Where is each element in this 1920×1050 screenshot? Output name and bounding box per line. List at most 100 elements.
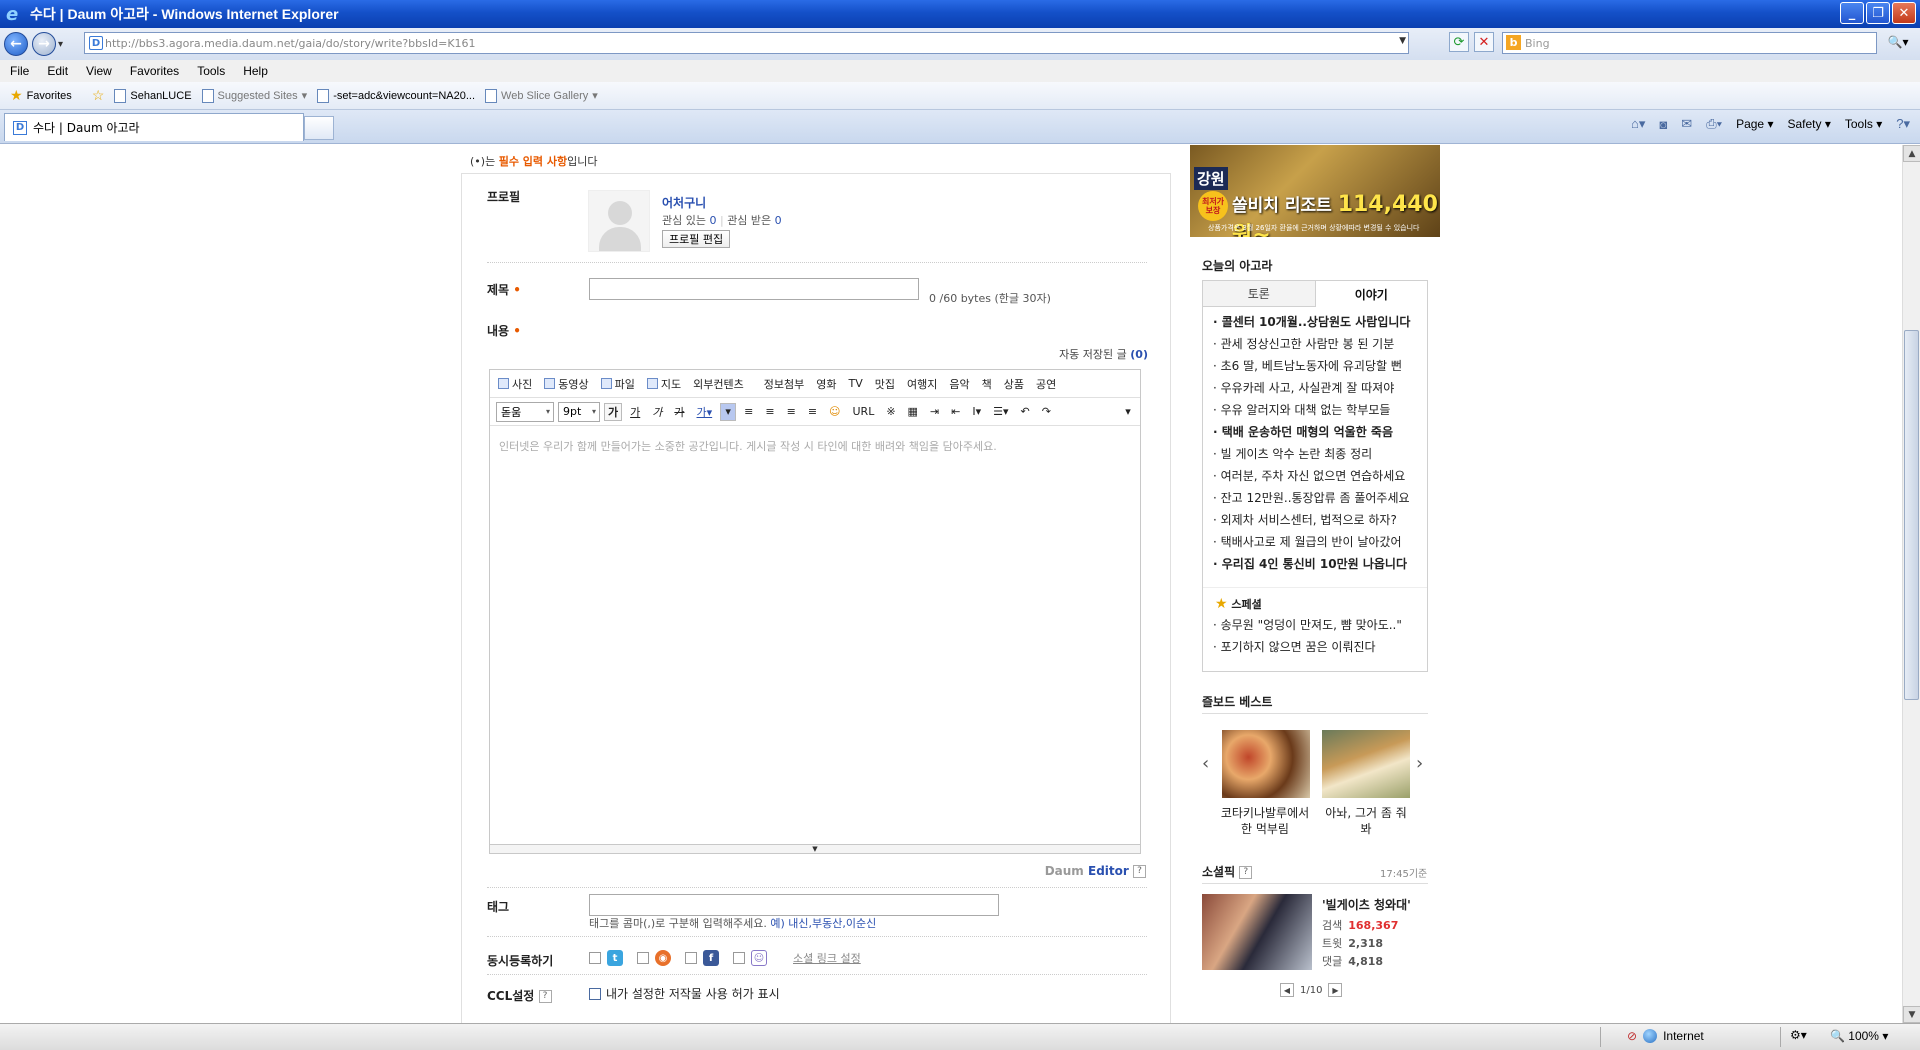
scroll-thumb[interactable] [1904,330,1919,700]
insert-show-button[interactable]: 공연 [1036,376,1056,392]
fav-item-web-slice-gallery[interactable]: Web Slice Gallery ▾ [485,88,598,103]
stop-button[interactable]: ✕ [1474,32,1494,52]
special-char-icon[interactable]: ※ [882,403,899,421]
insert-photo-button[interactable]: 사진 [498,376,532,392]
edit-profile-button[interactable]: 프로필 편집 [662,230,731,248]
prev-page-button[interactable]: ◀ [1280,983,1294,997]
tab-debate[interactable]: 토론 [1203,281,1315,307]
story-item[interactable]: · 외제차 서비스센터, 법적으로 하자? [1213,511,1417,533]
nickname[interactable]: 어처구니 [662,194,706,211]
next-page-button[interactable]: ▶ [1328,983,1343,997]
menu-edit[interactable]: Edit [47,64,68,78]
story-item[interactable]: · 우리집 4인 통신비 10만원 나옵니다 [1213,555,1417,577]
insert-video-button[interactable]: 동영상 [544,376,589,392]
menu-favorites[interactable]: Favorites [130,64,179,78]
table-icon[interactable]: ▦ [904,403,922,421]
menu-help[interactable]: Help [243,64,268,78]
scroll-up-icon[interactable]: ▲ [1903,145,1920,162]
zoom-level[interactable]: 🔍 100% ▾ [1830,1029,1888,1043]
list-item[interactable]: · 송무원 "엉덩이 만져도, 뺨 맞아도.." [1213,616,1417,638]
align-left-icon[interactable]: ≡ [740,403,757,421]
insert-tv-button[interactable]: TV [848,377,862,390]
jb-caption[interactable]: 코타키나발루에서 한 먹부림 [1220,805,1310,837]
insert-product-button[interactable]: 상품 [1004,376,1024,392]
safety-menu[interactable]: Safety ▾ [1787,117,1830,131]
bg-color-button[interactable]: ▾ [720,402,737,421]
facebook-checkbox[interactable] [685,952,697,964]
search-input[interactable]: b Bing [1502,32,1877,54]
ad-banner[interactable]: 강원 최저가 보장 쏠비치 리조트 114,440원~ 상품가격은 3월 26일… [1190,145,1440,237]
line-height-icon[interactable]: I▾ [968,403,985,421]
menu-file[interactable]: File [10,64,29,78]
url-input[interactable]: D http://bbs3.agora.media.daum.net/gaia/… [84,32,1409,54]
yozm-checkbox[interactable] [733,952,745,964]
mypeople-checkbox[interactable] [637,952,649,964]
story-item[interactable]: · 관세 정상신고한 사람만 봉 된 기분 [1213,335,1417,357]
scroll-down-icon[interactable]: ▼ [1903,1006,1920,1023]
new-tab-button[interactable] [304,116,334,140]
font-select[interactable]: 돋움 ▾ [496,401,554,422]
tab-agora[interactable]: D 수다 | Daum 아고라 [4,113,304,141]
list-item[interactable]: · 포기하지 않으면 꿈은 이뤄진다 [1213,638,1417,660]
tab-story[interactable]: 이야기 [1314,281,1427,307]
story-item[interactable]: · 초6 딸, 베트남노동자에 유괴당할 뻔 [1213,357,1417,379]
forward-button[interactable]: → [32,32,56,56]
bold-button[interactable]: 가 [604,402,623,421]
page-menu[interactable]: Page ▾ [1736,117,1773,131]
history-dropdown-icon[interactable]: ▾ [58,39,63,50]
editor-body[interactable]: 인터넷은 우리가 함께 만들어가는 소중한 공간입니다. 게시글 작성 시 타인… [499,438,997,454]
font-size-select[interactable]: 9pt ▾ [558,401,600,422]
jb-thumb-food[interactable] [1222,730,1310,798]
align-justify-icon[interactable]: ≡ [804,403,821,421]
story-item[interactable]: · 빌 게이츠 악수 논란 최종 정리 [1213,445,1417,467]
editor-help-icon[interactable]: ? [1133,865,1146,878]
socialpick-image[interactable] [1202,894,1312,970]
align-right-icon[interactable]: ≡ [783,403,800,421]
insert-movie-button[interactable]: 영화 [816,376,836,392]
menu-tools[interactable]: Tools [197,64,225,78]
story-item[interactable]: · 택배 운송하던 매형의 억울한 죽음 [1213,423,1417,445]
home-icon[interactable]: ⌂▾ [1631,116,1645,132]
fav-item-suggested-sites[interactable]: Suggested Sites ▾ [201,88,307,103]
url-button[interactable]: URL [849,403,879,421]
font-color-button[interactable]: 가▾ [693,403,717,421]
ccl-help-icon[interactable]: ? [538,990,552,1003]
emoticon-icon[interactable]: ☺ [825,403,844,421]
underline-button[interactable]: 가 [626,403,644,421]
story-item[interactable]: · 콜센터 10개월..상담원도 사람입니다 [1213,313,1417,335]
url-dropdown-icon[interactable]: ▼ [1399,36,1406,46]
twitter-checkbox[interactable] [589,952,601,964]
list-icon[interactable]: ☰▾ [989,403,1012,421]
align-center-icon[interactable]: ≡ [761,403,778,421]
feeds-icon[interactable]: ◙ [1659,117,1667,132]
tag-input[interactable] [589,894,999,916]
jb-caption[interactable]: 아놔, 그거 좀 줘봐 [1321,805,1411,837]
tools-menu[interactable]: Tools ▾ [1845,117,1882,131]
socialpick-item-title[interactable]: '빌게이츠 청와대' [1322,896,1411,913]
insert-music-button[interactable]: 음악 [949,376,969,392]
undo-icon[interactable]: ↶ [1017,403,1034,421]
fav-item-set[interactable]: -set=adc&viewcount=NA20... [317,88,475,103]
strike-button[interactable]: 가 [670,403,688,421]
insert-book-button[interactable]: 책 [982,376,992,392]
jb-thumb-dog[interactable] [1322,730,1410,798]
print-icon[interactable]: ⎙▾ [1706,116,1722,132]
title-input[interactable] [589,278,919,300]
maximize-button[interactable]: ❐ [1866,2,1890,24]
help-icon[interactable]: ?▾ [1896,116,1910,132]
close-button[interactable]: ✕ [1892,2,1916,24]
mail-icon[interactable]: ✉ [1681,116,1692,132]
autosave-link[interactable]: 자동 저장된 글 (0) [1059,346,1148,362]
sns-settings-link[interactable]: 소셜 링크 설정 [793,950,861,966]
back-button[interactable]: ← [4,32,28,56]
toolbar-more-icon[interactable]: ▾ [1120,403,1136,421]
ccl-checkbox[interactable] [589,987,601,1000]
chevron-right-icon[interactable]: › [1416,753,1423,774]
redo-icon[interactable]: ↷ [1038,403,1055,421]
menu-view[interactable]: View [86,64,112,78]
story-item[interactable]: · 택배사고로 제 월급의 반이 날아갔어 [1213,533,1417,555]
insert-file-button[interactable]: 파일 [600,376,635,392]
story-item[interactable]: · 우유 알러지와 대책 없는 학부모들 [1213,401,1417,423]
protected-mode-icon[interactable]: ⚙▾ [1790,1028,1807,1042]
security-zone[interactable]: ⊘ Internet [1627,1029,1704,1043]
